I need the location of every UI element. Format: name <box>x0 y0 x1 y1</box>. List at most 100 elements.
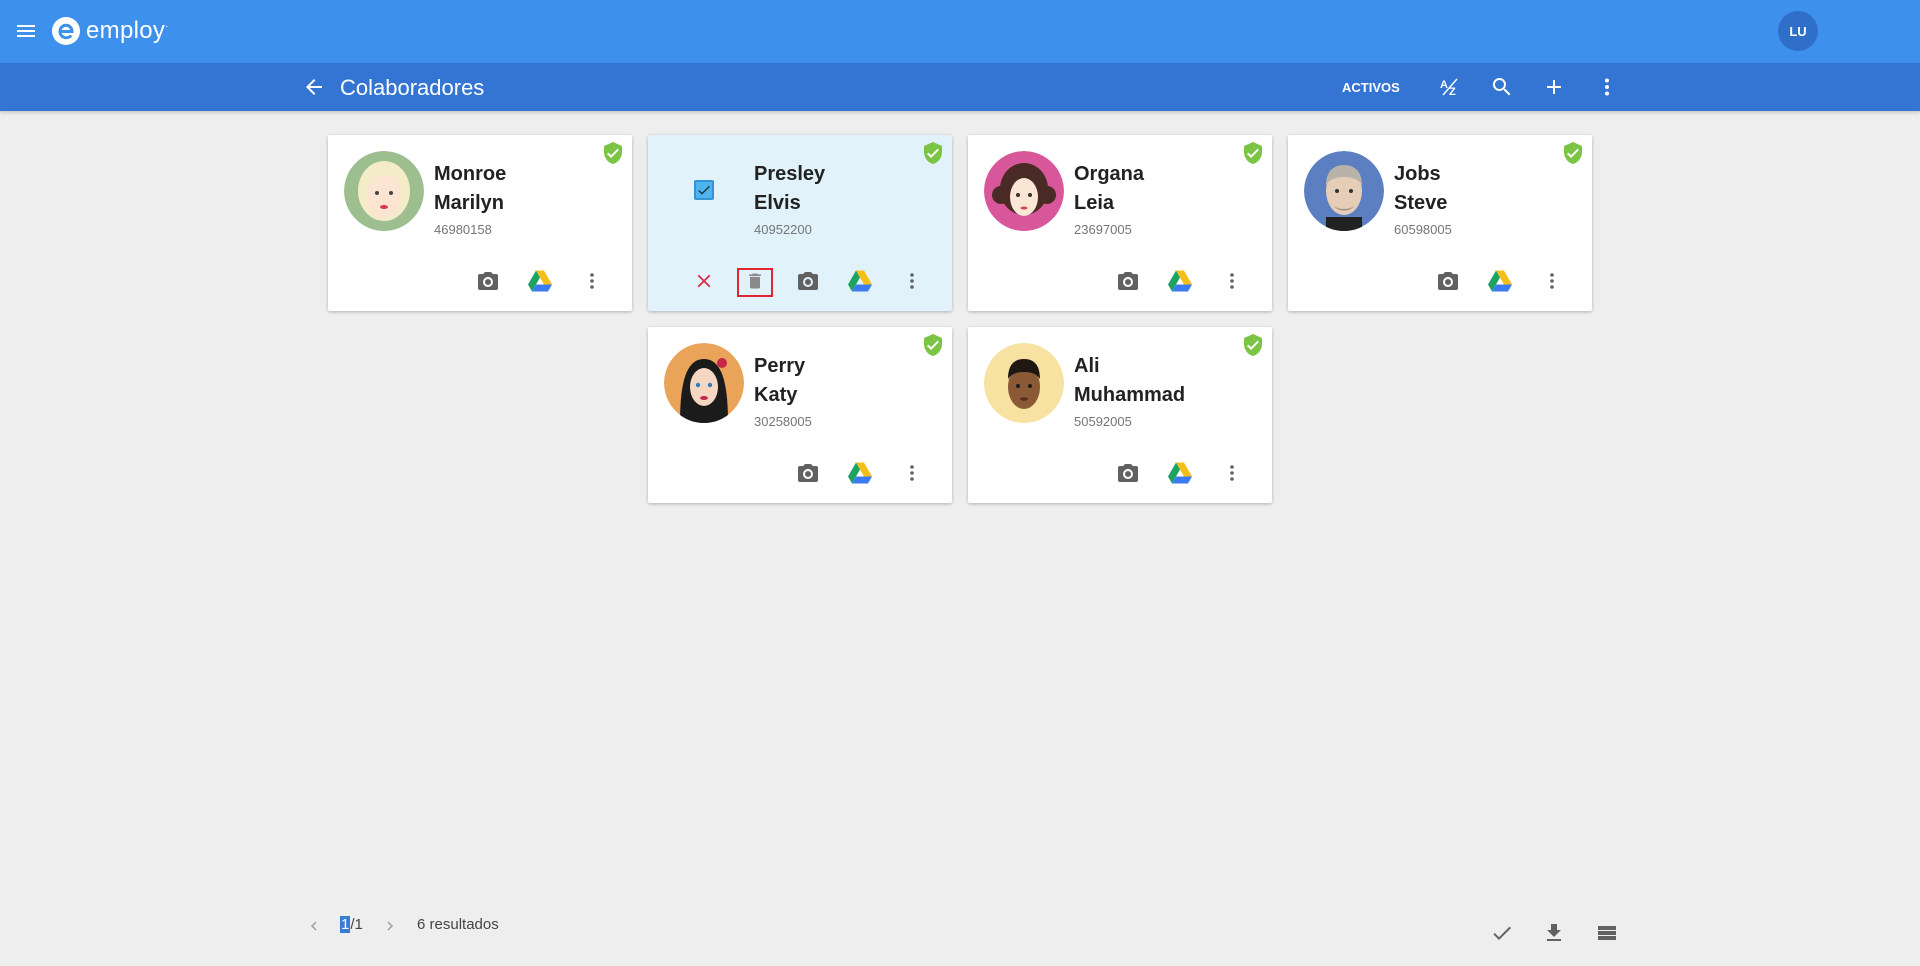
camera-icon <box>1438 272 1458 290</box>
close-icon <box>697 274 711 288</box>
back-arrow-icon[interactable] <box>302 75 326 99</box>
employee-photo <box>664 343 744 423</box>
user-avatar[interactable]: LU <box>1778 11 1818 51</box>
employee-card[interactable]: Jobs Steve 60598005 <box>1288 135 1592 311</box>
more-vert-icon <box>910 465 914 481</box>
camera-button[interactable] <box>476 269 500 293</box>
more-vert-icon <box>910 273 914 289</box>
download-icon[interactable] <box>1542 921 1566 945</box>
google-drive-icon <box>1168 462 1192 484</box>
logo-icon <box>52 17 80 45</box>
camera-icon <box>478 272 498 290</box>
camera-icon <box>798 464 818 482</box>
card-more-button[interactable] <box>900 461 924 485</box>
camera-button[interactable] <box>1116 461 1140 485</box>
drive-button[interactable] <box>1488 269 1512 293</box>
employee-first-name: Leia <box>1074 192 1115 214</box>
logo-suffix: · <box>165 20 169 32</box>
drive-button[interactable] <box>848 269 872 293</box>
drive-button[interactable] <box>1168 269 1192 293</box>
more-vert-icon <box>590 273 594 289</box>
employee-first-name: Marilyn <box>434 192 505 214</box>
logo-text: employ <box>86 17 166 44</box>
employee-last-name: Organa <box>1074 163 1145 185</box>
google-drive-icon <box>848 462 872 484</box>
camera-button[interactable] <box>796 461 820 485</box>
employee-card[interactable]: Monroe Marilyn 46980158 <box>328 135 632 311</box>
card-more-button[interactable] <box>1540 269 1564 293</box>
menu-icon[interactable] <box>14 19 38 43</box>
page-title: Colaboradores <box>340 75 485 100</box>
employee-id: 40952200 <box>754 222 812 237</box>
more-vert-icon <box>1230 273 1234 289</box>
employee-last-name: Jobs <box>1394 163 1441 185</box>
camera-icon <box>1118 464 1138 482</box>
select-checkbox[interactable] <box>694 180 714 200</box>
more-vert-icon <box>1230 465 1234 481</box>
employee-last-name: Ali <box>1074 355 1100 377</box>
check-icon[interactable] <box>1490 921 1514 945</box>
page-indicator[interactable]: 1/1 <box>340 916 363 933</box>
drive-button[interactable] <box>528 269 552 293</box>
employee-id: 46980158 <box>434 222 492 237</box>
employee-first-name: Muhammad <box>1074 384 1186 406</box>
list-view-icon[interactable] <box>1595 921 1619 945</box>
google-drive-icon <box>1168 270 1192 292</box>
more-vert-icon[interactable] <box>1595 75 1619 99</box>
filter-active-button[interactable]: ACTIVOS <box>1342 80 1400 95</box>
verified-shield-icon <box>1244 334 1262 356</box>
app-logo[interactable]: employ · <box>51 15 169 47</box>
google-drive-icon <box>528 270 552 292</box>
employee-last-name: Perry <box>754 355 806 377</box>
card-more-button[interactable] <box>1220 269 1244 293</box>
verified-shield-icon <box>924 334 942 356</box>
check-icon <box>698 185 710 195</box>
employee-id: 60598005 <box>1394 222 1452 237</box>
employee-id: 50592005 <box>1074 414 1132 429</box>
employee-first-name: Elvis <box>754 192 801 214</box>
results-count: 6 resultados <box>417 916 499 933</box>
google-drive-icon <box>1488 270 1512 292</box>
app-header: employ · LU <box>0 0 1920 63</box>
employee-photo <box>344 151 424 231</box>
verified-shield-icon <box>924 142 942 164</box>
employee-card[interactable]: Perry Katy 30258005 <box>648 327 952 503</box>
employee-id: 30258005 <box>754 414 812 429</box>
camera-button[interactable] <box>1116 269 1140 293</box>
next-page-icon[interactable] <box>381 917 399 935</box>
card-more-button[interactable] <box>1220 461 1244 485</box>
verified-shield-icon <box>604 142 622 164</box>
page-toolbar: Colaboradores ACTIVOS A Z <box>0 63 1920 111</box>
camera-icon <box>798 272 818 290</box>
deselect-button[interactable] <box>692 269 716 293</box>
more-vert-icon <box>1550 273 1554 289</box>
employee-last-name: Presley <box>754 163 826 185</box>
prev-page-icon[interactable] <box>305 917 323 935</box>
search-icon[interactable] <box>1490 75 1514 99</box>
employee-first-name: Katy <box>754 384 798 406</box>
camera-button[interactable] <box>796 269 820 293</box>
card-more-button[interactable] <box>580 269 604 293</box>
sort-az-icon[interactable]: A Z <box>1438 75 1462 99</box>
camera-icon <box>1118 272 1138 290</box>
employee-card-selected[interactable]: Presley Elvis 40952200 <box>648 135 952 311</box>
verified-shield-icon <box>1564 142 1582 164</box>
employee-card[interactable]: Ali Muhammad 50592005 <box>968 327 1272 503</box>
employee-photo <box>1304 151 1384 231</box>
google-drive-icon <box>848 270 872 292</box>
card-more-button[interactable] <box>900 269 924 293</box>
svg-text:A: A <box>1440 79 1448 91</box>
add-icon[interactable] <box>1542 75 1566 99</box>
employee-card[interactable]: Organa Leia 23697005 <box>968 135 1272 311</box>
employee-photo <box>984 151 1064 231</box>
total-pages: /1 <box>350 916 363 933</box>
delete-button[interactable] <box>743 269 767 293</box>
employee-id: 23697005 <box>1074 222 1132 237</box>
employee-last-name: Monroe <box>434 163 507 185</box>
delete-icon <box>749 273 761 289</box>
employee-photo <box>984 343 1064 423</box>
drive-button[interactable] <box>848 461 872 485</box>
current-page[interactable]: 1 <box>340 916 351 933</box>
camera-button[interactable] <box>1436 269 1460 293</box>
drive-button[interactable] <box>1168 461 1192 485</box>
